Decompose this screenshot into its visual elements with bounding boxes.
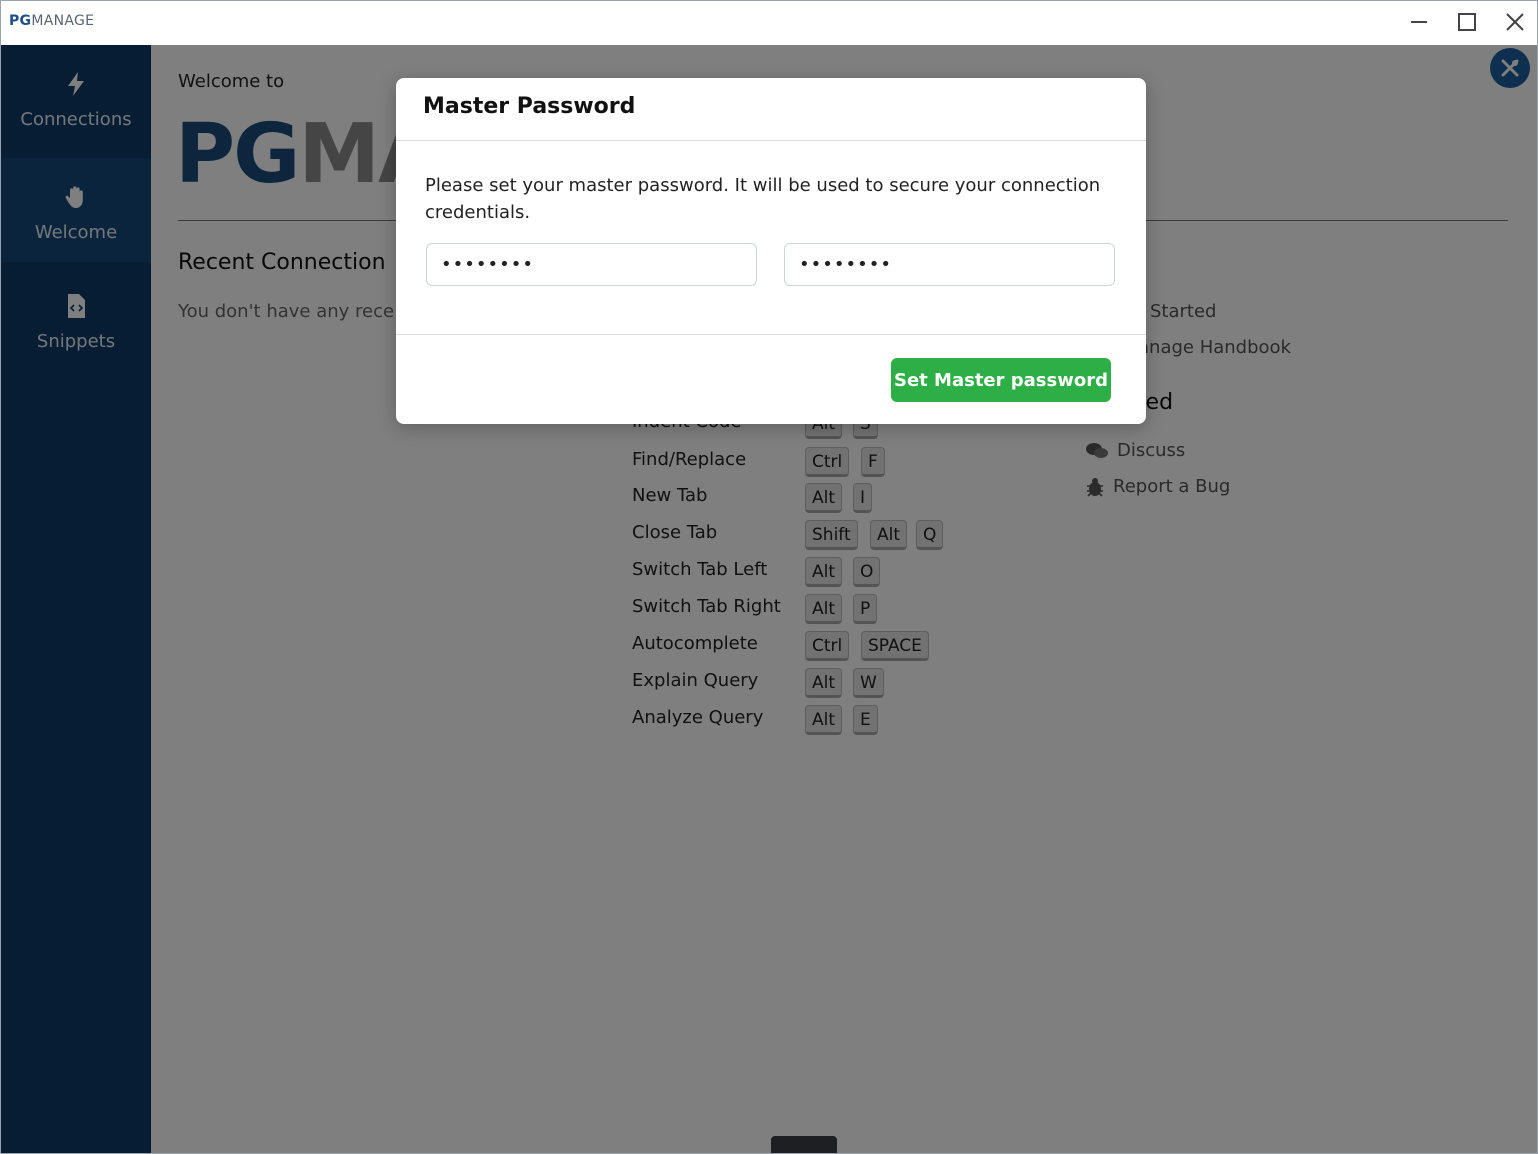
close-icon: [1506, 13, 1524, 31]
master-password-input[interactable]: [426, 243, 757, 286]
title-bar: PGMANAGE: [1, 1, 1537, 45]
close-button[interactable]: [1497, 7, 1533, 37]
app-logo-manage: MANAGE: [31, 13, 95, 29]
minimize-button[interactable]: [1401, 7, 1437, 37]
dialog-title: Master Password: [423, 94, 636, 119]
app-logo: PGMANAGE: [9, 13, 94, 29]
maximize-icon: [1458, 13, 1476, 31]
confirm-password-input[interactable]: [784, 243, 1115, 286]
dialog-divider: [396, 140, 1146, 141]
master-password-dialog: Master Password Please set your master p…: [396, 78, 1146, 424]
maximize-button[interactable]: [1449, 7, 1485, 37]
dialog-message: Please set your master password. It will…: [425, 175, 1101, 223]
app-logo-pg: PG: [9, 13, 32, 29]
app-window: PGMANAGE Connections Welcome Snippets We…: [0, 0, 1538, 1154]
dialog-divider: [396, 334, 1146, 335]
set-master-password-button[interactable]: Set Master password: [891, 358, 1111, 402]
minimize-icon: [1411, 21, 1427, 23]
